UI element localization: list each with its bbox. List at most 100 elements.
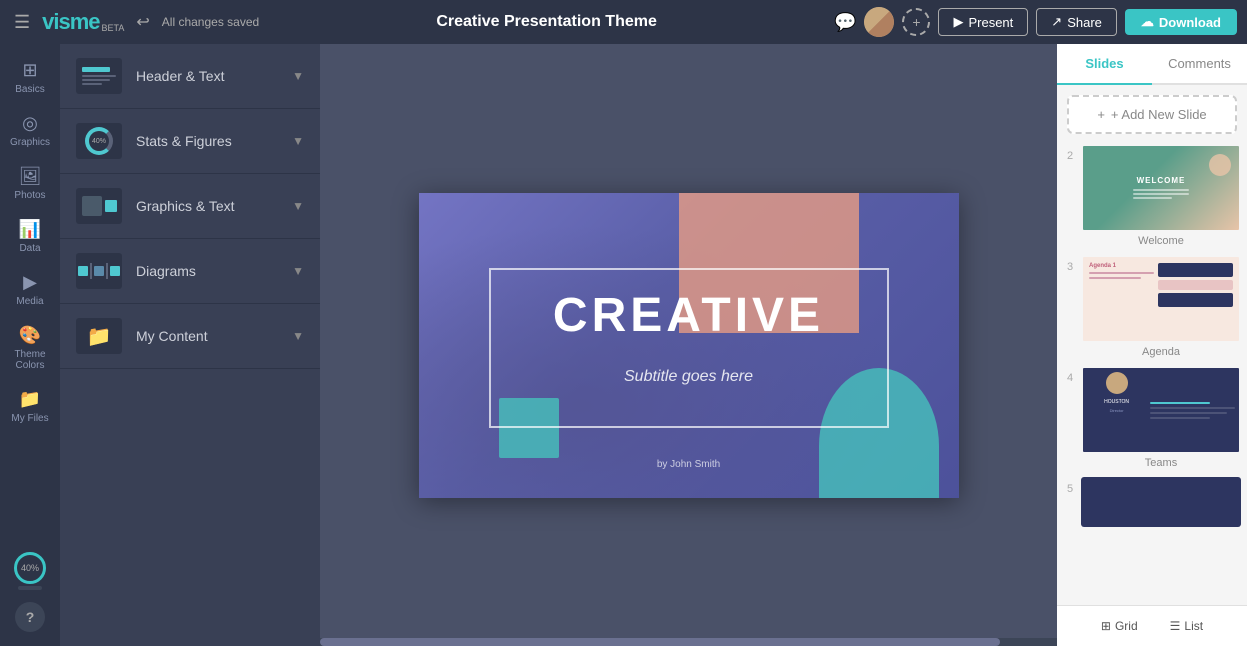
slide-label: Teams: [1081, 457, 1241, 469]
logo-beta: BETA: [102, 23, 125, 33]
slide-number: 4: [1063, 366, 1077, 384]
list-icon: ☰: [1170, 619, 1181, 633]
share-button[interactable]: ↗ Share: [1036, 8, 1117, 36]
sidebar-item-label: My Files: [11, 413, 48, 424]
section-graphics-text: Graphics & Text ▼: [60, 174, 320, 239]
add-new-slide-button[interactable]: + + Add New Slide: [1067, 95, 1237, 134]
list-item: 3 Agenda 1: [1063, 255, 1241, 358]
welcome-line: [1133, 197, 1172, 199]
doc-title[interactable]: Creative Presentation Theme: [267, 13, 826, 31]
teams-right: [1150, 372, 1235, 448]
sidebar-item-photos[interactable]: 🖼 Photos: [2, 158, 58, 209]
download-button[interactable]: ☁ Download: [1125, 9, 1237, 35]
progress-circle: 40%: [14, 552, 46, 584]
section-header-text: Header & Text ▼: [60, 44, 320, 109]
slide-subtitle[interactable]: Subtitle goes here: [419, 368, 959, 386]
slide-thumbnail[interactable]: WELCOME: [1081, 144, 1241, 232]
thumb-sq1: [78, 266, 88, 276]
menu-icon[interactable]: ☰: [10, 8, 34, 37]
share-icon: ↗: [1051, 14, 1062, 30]
thumb-img: [82, 196, 102, 216]
sidebar-item-data[interactable]: 📊 Data: [2, 211, 58, 262]
section-header-row[interactable]: 📁 My Content ▼: [60, 304, 320, 368]
canvas-area[interactable]: CREATIVE Subtitle goes here by John Smit…: [320, 44, 1057, 646]
help-button[interactable]: ?: [15, 602, 45, 632]
thumb-bar: [82, 67, 110, 72]
sidebar-item-label: Graphics: [10, 137, 50, 148]
agenda-slide-preview: Agenda 1: [1083, 257, 1239, 341]
progress-bar: [18, 586, 42, 590]
media-icon: ▶: [23, 272, 37, 293]
section-header-row[interactable]: Graphics & Text ▼: [60, 174, 320, 238]
theme-colors-icon: 🎨: [19, 325, 41, 346]
agenda-right: [1158, 263, 1233, 335]
main: ⊞ Basics ◎ Graphics 🖼 Photos 📊 Data ▶ Me…: [0, 44, 1247, 646]
agenda-line: [1089, 272, 1154, 274]
list-label: List: [1184, 619, 1203, 633]
sidebar-item-graphics[interactable]: ◎ Graphics: [2, 105, 58, 156]
slide-byline[interactable]: by John Smith: [419, 459, 959, 470]
sidebar-item-my-files[interactable]: 📁 My Files: [2, 381, 58, 432]
agenda-title: Agenda 1: [1089, 263, 1154, 269]
section-header-row[interactable]: 40% Stats & Figures ▼: [60, 109, 320, 173]
grid-view-button[interactable]: ⊞ Grid: [1091, 614, 1148, 638]
agenda-block: [1158, 263, 1233, 277]
slide-title[interactable]: CREATIVE: [419, 288, 959, 343]
section-title: Stats & Figures: [136, 133, 278, 149]
welcome-title: WELCOME: [1137, 176, 1186, 185]
slide-5-partial: [1081, 477, 1241, 527]
present-button[interactable]: ▶ Present: [938, 8, 1028, 36]
thumb-sq3: [110, 266, 120, 276]
tab-slides[interactable]: Slides: [1057, 44, 1152, 85]
slide-thumbnail[interactable]: HOUSTON Director: [1081, 366, 1241, 454]
agenda-left: Agenda 1: [1089, 263, 1154, 335]
list-view-button[interactable]: ☰ List: [1160, 614, 1213, 638]
team-name: HOUSTON: [1104, 399, 1129, 405]
thumb-line: [82, 79, 110, 81]
slide-thumb-wrap[interactable]: [1081, 477, 1241, 527]
add-slide-label: + Add New Slide: [1111, 107, 1207, 122]
sidebar-item-media[interactable]: ▶ Media: [2, 264, 58, 315]
section-header-row[interactable]: Diagrams ▼: [60, 239, 320, 303]
slide-canvas[interactable]: CREATIVE Subtitle goes here by John Smit…: [419, 193, 959, 498]
thumb-sq2: [94, 266, 104, 276]
progress-indicator: 40%: [14, 548, 46, 594]
sidebar-item-label: Media: [16, 296, 43, 307]
tab-comments[interactable]: Comments: [1152, 44, 1247, 85]
slide-thumb-wrap[interactable]: HOUSTON Director Teams: [1081, 366, 1241, 469]
avatar: [864, 7, 894, 37]
sidebar-item-label: Data: [19, 243, 40, 254]
slide-thumb-wrap[interactable]: WELCOME Welcome: [1081, 144, 1241, 247]
team-line-b: [1150, 402, 1209, 404]
my-files-icon: 📁: [19, 389, 41, 410]
slide-number: 5: [1063, 477, 1077, 495]
undo-icon[interactable]: ↩: [132, 8, 153, 36]
list-item: 4 HOUSTON Director: [1063, 366, 1241, 469]
thumb-line: [106, 263, 108, 279]
comment-icon[interactable]: 💬: [834, 12, 856, 33]
welcome-inner: WELCOME: [1114, 159, 1208, 218]
sidebar-item-theme-colors[interactable]: 🎨 Theme Colors: [2, 317, 58, 379]
thumb-line: [82, 75, 116, 77]
add-collaborator-button[interactable]: +: [902, 8, 930, 36]
download-icon: ☁: [1141, 14, 1154, 30]
left-sidebar: ⊞ Basics ◎ Graphics 🖼 Photos 📊 Data ▶ Me…: [0, 44, 60, 646]
section-thumbnail: [76, 58, 122, 94]
slide-thumbnail[interactable]: Agenda 1: [1081, 255, 1241, 343]
plus-icon: +: [1097, 107, 1105, 122]
section-title: Graphics & Text: [136, 198, 278, 214]
grid-icon: ⊞: [1101, 619, 1111, 633]
canvas-scrollbar[interactable]: [320, 638, 1057, 646]
agenda-line: [1089, 277, 1141, 279]
sidebar-item-label: Basics: [15, 84, 44, 95]
sidebar-item-basics[interactable]: ⊞ Basics: [2, 52, 58, 103]
section-header-row[interactable]: Header & Text ▼: [60, 44, 320, 108]
welcome-slide-preview: WELCOME: [1083, 146, 1239, 230]
team-avatar: [1106, 372, 1128, 394]
slide-label: Agenda: [1081, 346, 1241, 358]
slide-thumb-wrap[interactable]: Agenda 1 Agenda: [1081, 255, 1241, 358]
welcome-line: [1133, 189, 1189, 191]
section-thumbnail: [76, 188, 122, 224]
list-item: 5: [1063, 477, 1241, 527]
sidebar-item-label: Theme Colors: [8, 349, 52, 371]
